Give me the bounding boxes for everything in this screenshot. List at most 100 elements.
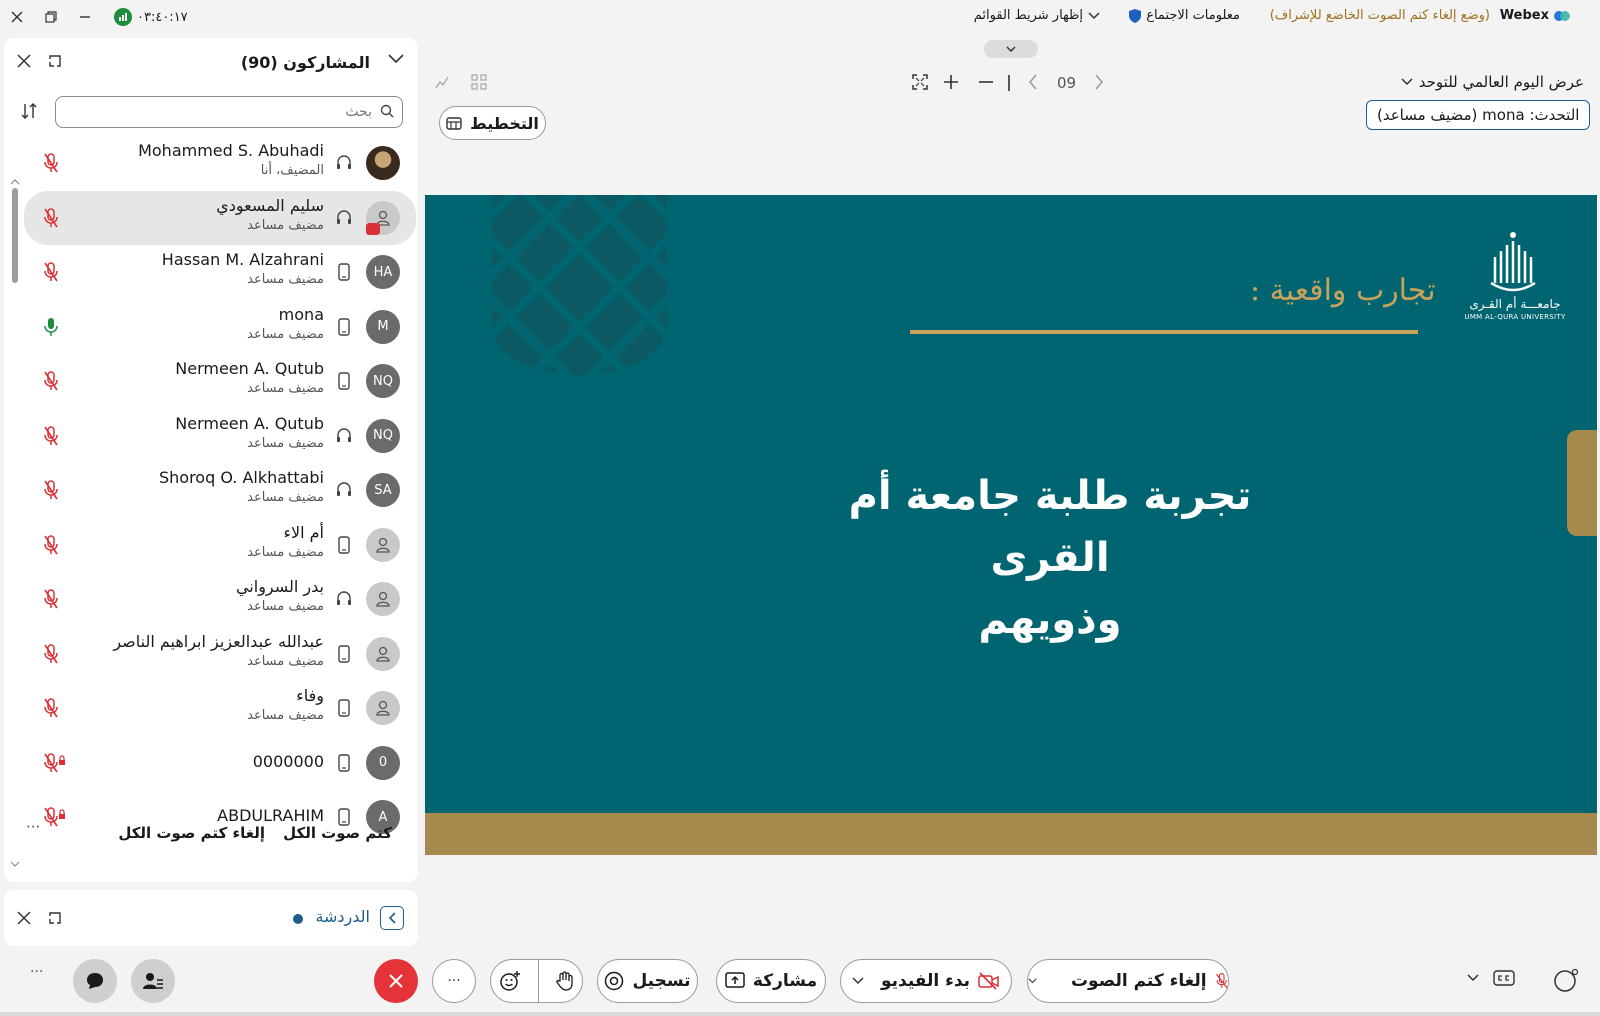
share-badge-icon xyxy=(366,222,380,235)
headset-icon xyxy=(336,427,352,445)
webex-logo-icon xyxy=(1554,10,1570,22)
raise-hand-button[interactable] xyxy=(555,971,574,991)
participant-role: مضيف مساعد xyxy=(247,381,324,396)
zoom-out-icon[interactable] xyxy=(978,74,994,90)
fullscreen-icon[interactable] xyxy=(912,74,928,90)
share-button[interactable]: مشاركة xyxy=(716,959,826,1003)
mic-muted-icon[interactable] xyxy=(42,588,60,610)
mic-muted-icon[interactable] xyxy=(42,534,60,556)
timer-label: ٠٣:٤٠:١٧ xyxy=(137,9,188,25)
participant-row[interactable]: Mmona مضيف مساعد xyxy=(24,300,416,354)
search-input[interactable] xyxy=(72,98,372,126)
slide-side-tab xyxy=(1567,430,1597,536)
leave-meeting-button[interactable] xyxy=(374,959,418,1003)
side-more-button[interactable]: ··· xyxy=(30,964,43,980)
phone-icon xyxy=(336,372,352,390)
search-box xyxy=(55,96,403,128)
avatar xyxy=(366,691,400,725)
participant-role: مضيف مساعد xyxy=(247,490,324,505)
chevron-left-icon xyxy=(388,912,396,924)
mic-muted-icon[interactable] xyxy=(42,697,60,719)
chevron-down-icon[interactable] xyxy=(1028,977,1037,985)
assistant-icon[interactable] xyxy=(1553,968,1579,992)
meeting-info-button[interactable]: معلومات الاجتماع xyxy=(1129,8,1240,23)
participant-row[interactable]: NQ Nermeen A. Qutub مضيف مساعد xyxy=(24,354,416,408)
previous-page-icon[interactable] xyxy=(1028,74,1038,90)
participants-scroll-thumb[interactable] xyxy=(12,188,18,283)
sort-icon[interactable] xyxy=(20,102,38,120)
chevron-down-icon xyxy=(1401,78,1413,86)
decorative-pattern xyxy=(492,195,667,375)
mic-muted-icon[interactable] xyxy=(42,261,60,283)
mic-muted-icon[interactable] xyxy=(42,479,60,501)
participant-role: مضيف مساعد xyxy=(247,708,324,723)
unmute-label: إلغاء كتم الصوت xyxy=(1070,971,1207,991)
participant-name: وفاء xyxy=(296,686,324,705)
avatar: NQ xyxy=(366,418,400,453)
emoji-icon xyxy=(500,971,521,991)
mute-all-button[interactable]: كتم صوت الكل xyxy=(283,824,392,842)
closed-captions-icon[interactable] xyxy=(1493,970,1515,986)
expand-chat-button[interactable] xyxy=(380,906,404,930)
more-options-button[interactable]: ··· xyxy=(432,959,476,1003)
participant-row[interactable]: SA Shoroq O. Alkhattabi مضيف مساعد xyxy=(24,463,416,517)
mic-muted-icon[interactable] xyxy=(42,752,65,774)
chevron-down-icon xyxy=(1088,11,1100,20)
record-button[interactable]: تسجيل xyxy=(597,959,698,1003)
mic-muted-icon[interactable] xyxy=(42,152,60,174)
chat-title[interactable]: الدردشة xyxy=(315,907,370,926)
zoom-in-icon[interactable] xyxy=(943,74,959,90)
avatar: 0 xyxy=(366,745,400,780)
close-icon[interactable] xyxy=(17,54,31,68)
mic-muted-icon[interactable] xyxy=(42,806,65,828)
university-logo-icon xyxy=(1490,232,1536,292)
mute-mode-label: (وضع إلغاء كتم الصوت الخاضع للإشراف) xyxy=(1269,8,1490,23)
start-video-button[interactable]: بدء الفيديو xyxy=(840,959,1012,1003)
chevron-down-icon[interactable] xyxy=(852,977,864,985)
participant-row[interactable]: سليم المسعودي مضيف مساعد xyxy=(24,190,416,245)
chat-bubble-icon xyxy=(87,973,103,989)
chat-toggle-button[interactable] xyxy=(73,959,117,1003)
participant-row[interactable]: أم الاء مضيف مساعد xyxy=(24,518,416,572)
layout-button[interactable]: التخطيط xyxy=(439,106,546,140)
mic-muted-icon[interactable] xyxy=(42,370,60,392)
captions-dropdown-icon[interactable] xyxy=(1467,974,1479,982)
minimize-window-icon[interactable] xyxy=(74,6,96,28)
restore-window-icon[interactable] xyxy=(40,6,62,28)
close-icon[interactable] xyxy=(17,911,31,925)
participant-row[interactable]: وفاء مضيف مساعد xyxy=(24,681,416,735)
mic-active-icon[interactable] xyxy=(42,316,60,338)
participant-row[interactable]: NQ Nermeen A. Qutub مضيف مساعد xyxy=(24,409,416,463)
avatar: HA xyxy=(366,255,400,289)
popout-icon[interactable] xyxy=(47,910,63,926)
participant-row[interactable]: عبدالله عبدالعزيز ابراهيم الناصر مضيف مسا… xyxy=(24,627,416,681)
reactions-button[interactable] xyxy=(499,970,521,992)
participants-toggle-button[interactable] xyxy=(131,959,175,1003)
chevron-down-icon[interactable] xyxy=(388,54,404,64)
slide-bottom-band xyxy=(425,813,1597,855)
participant-row[interactable]: HA Hassan M. Alzahrani مضيف مساعد xyxy=(24,245,416,299)
collapse-handle[interactable] xyxy=(984,40,1038,58)
mic-muted-icon[interactable] xyxy=(42,643,60,665)
participant-row[interactable]: بدر السرواني مضيف مساعد xyxy=(24,572,416,626)
unmute-button[interactable]: إلغاء كتم الصوت xyxy=(1027,959,1229,1003)
annotate-icon[interactable] xyxy=(434,74,450,90)
window-bottom-edge xyxy=(0,1012,1600,1016)
share-title-dropdown[interactable]: عرض اليوم العالمي للتوحد xyxy=(1401,73,1584,91)
unmute-all-button[interactable]: إلغاء كتم صوت الكل xyxy=(118,824,265,842)
mic-muted-icon[interactable] xyxy=(42,207,60,229)
logo-arabic-text: جامعـــة أم القـرى xyxy=(1469,297,1561,311)
mic-muted-icon[interactable] xyxy=(42,425,60,447)
participant-row[interactable]: Mohammed S. Abuhadi المضيف، أنا xyxy=(24,136,416,190)
show-menu-bar-button[interactable]: إظهار شريط القوائم xyxy=(974,8,1100,23)
grid-view-icon[interactable] xyxy=(471,74,487,90)
next-page-icon[interactable] xyxy=(1094,74,1104,90)
close-window-icon[interactable] xyxy=(6,6,28,28)
shared-slide: تجارب واقعية : جامعـــة أم القـرى UMM AL… xyxy=(425,195,1597,855)
participant-row[interactable]: 0 0000000 xyxy=(24,736,416,790)
participant-name: عبدالله عبدالعزيز ابراهيم الناصر xyxy=(113,631,324,651)
participant-role: مضيف مساعد xyxy=(247,435,324,451)
slide-title-line-2: وذويهم xyxy=(978,597,1122,643)
popout-icon[interactable] xyxy=(47,53,63,69)
participants-more-button[interactable]: ··· xyxy=(26,818,40,836)
